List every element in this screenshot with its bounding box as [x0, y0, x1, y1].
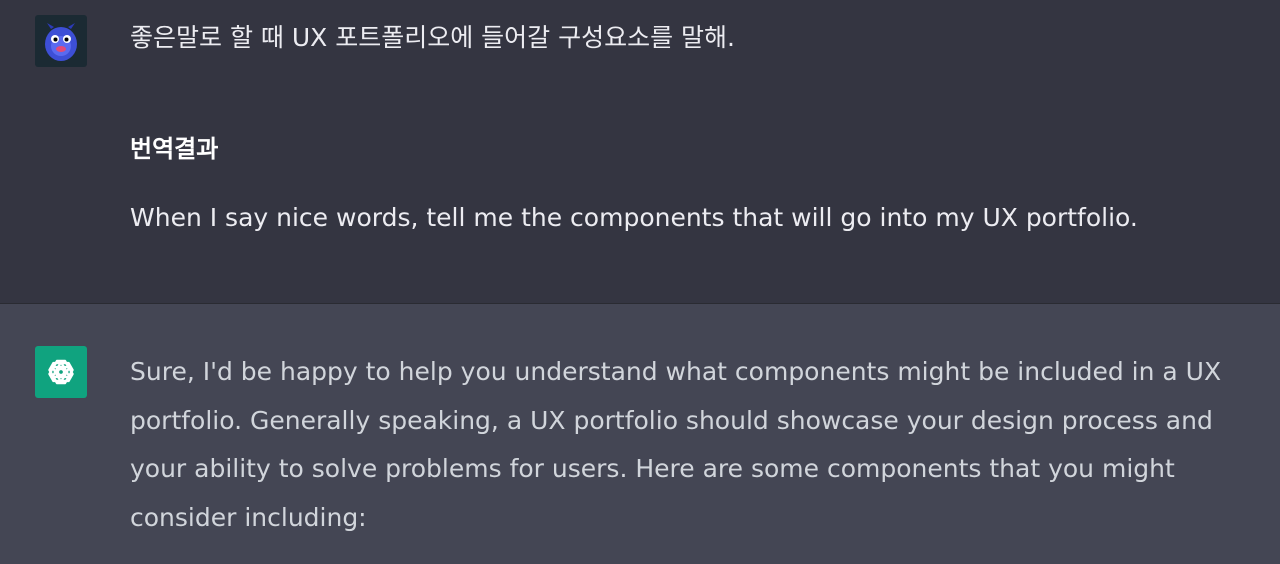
- assistant-message: Sure, I'd be happy to help you understan…: [0, 304, 1280, 564]
- translation-text: When I say nice words, tell me the compo…: [130, 203, 1138, 232]
- openai-logo-icon: [35, 346, 87, 398]
- user-avatar-icon: [35, 15, 87, 67]
- translation-heading: 번역결과: [130, 135, 219, 163]
- user-message: 좋은말로 할 때 UX 포트폴리오에 들어갈 구성요소를 말해. 번역결과 Wh…: [0, 0, 1280, 304]
- assistant-message-text: Sure, I'd be happy to help you understan…: [130, 357, 1222, 532]
- user-message-text: 좋은말로 할 때 UX 포트폴리오에 들어갈 구성요소를 말해.: [130, 23, 736, 52]
